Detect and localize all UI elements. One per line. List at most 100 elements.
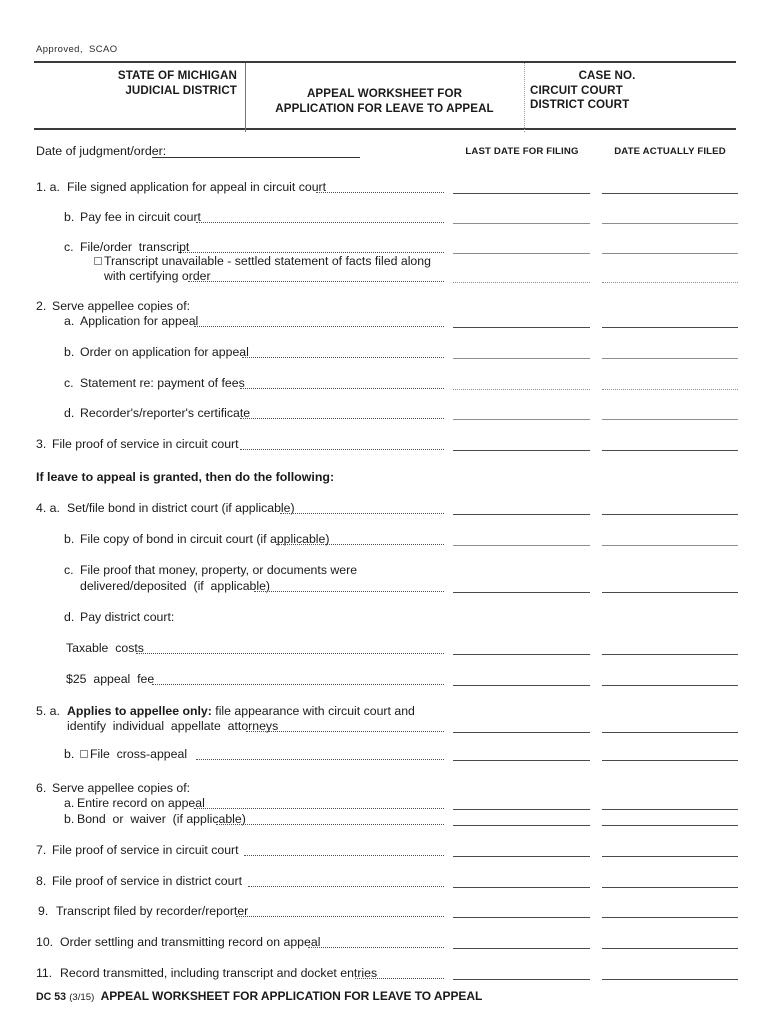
last-date-for-filing-input[interactable] xyxy=(453,732,590,733)
item-label: Transcript unavailable - settled stateme… xyxy=(104,254,431,268)
date-actually-filed-input[interactable] xyxy=(602,809,738,810)
date-of-judgment-label: Date of judgment/order: xyxy=(36,144,167,158)
item-label: Serve appellee copies of: xyxy=(52,781,191,795)
table-row: delivered/deposited (if applicable) xyxy=(0,579,770,597)
last-date-for-filing-input[interactable] xyxy=(453,887,590,888)
item-number: b. xyxy=(64,345,75,359)
leader-dots xyxy=(240,418,444,419)
item-number: c. xyxy=(64,563,74,577)
last-date-for-filing-input[interactable] xyxy=(453,825,590,826)
table-row: 11. Record transmitted, including transc… xyxy=(0,966,770,984)
state-of-michigan-label: STATE OF MICHIGAN xyxy=(117,69,237,82)
date-actually-filed-input[interactable] xyxy=(602,282,738,283)
date-actually-filed-input[interactable] xyxy=(602,760,738,761)
item-label: File proof of service in district court xyxy=(52,874,242,888)
item-label: Pay fee in circuit court xyxy=(80,210,201,224)
leader-dots xyxy=(240,388,444,389)
header-divider-left xyxy=(245,63,246,132)
item-label: Record transmitted, including transcript… xyxy=(60,966,378,980)
leader-dots xyxy=(136,653,444,654)
checkbox-icon[interactable] xyxy=(94,257,102,265)
leader-dots xyxy=(196,759,444,760)
last-date-for-filing-input[interactable] xyxy=(453,358,590,359)
checkbox-icon[interactable] xyxy=(80,750,88,758)
last-date-for-filing-input[interactable] xyxy=(453,809,590,810)
leader-dots xyxy=(216,824,444,825)
table-row: $25 appeal fee xyxy=(0,672,770,690)
date-actually-filed-input[interactable] xyxy=(602,917,738,918)
leader-dots xyxy=(188,281,444,282)
date-actually-filed-input[interactable] xyxy=(602,193,738,194)
item-number: b. xyxy=(64,532,75,546)
table-row: 1. a. File signed application for appeal… xyxy=(0,180,770,198)
table-row: a. Application for appeal xyxy=(0,314,770,332)
date-actually-filed-input[interactable] xyxy=(602,450,738,451)
last-date-for-filing-input[interactable] xyxy=(453,917,590,918)
date-actually-filed-input[interactable] xyxy=(602,685,738,686)
date-actually-filed-input[interactable] xyxy=(602,948,738,949)
date-actually-filed-input[interactable] xyxy=(602,887,738,888)
last-date-for-filing-input[interactable] xyxy=(453,327,590,328)
transcript-unavailable-checkbox-wrap: Transcript unavailable - settled stateme… xyxy=(94,254,431,269)
circuit-court-label[interactable]: CIRCUIT COURT xyxy=(530,84,732,99)
file-cross-appeal-wrap: File cross-appeal xyxy=(80,747,187,762)
item-number: d. xyxy=(64,610,75,624)
date-actually-filed-input[interactable] xyxy=(602,514,738,515)
leader-dots xyxy=(246,731,444,732)
last-date-for-filing-input[interactable] xyxy=(453,450,590,451)
last-date-for-filing-input[interactable] xyxy=(453,948,590,949)
last-date-for-filing-input[interactable] xyxy=(453,685,590,686)
last-date-for-filing-input[interactable] xyxy=(453,856,590,857)
table-row: b. Pay fee in circuit court xyxy=(0,210,770,228)
table-row: 4. a. Set/file bond in district court (i… xyxy=(0,501,770,519)
item-label: Statement re: payment of fees xyxy=(80,376,245,390)
form-footer: DC 53 (3/15) APPEAL WORKSHEET FOR APPLIC… xyxy=(36,989,482,1003)
item-number: 9. xyxy=(38,904,49,918)
table-row: 10. Order settling and transmitting reco… xyxy=(0,935,770,953)
date-actually-filed-input[interactable] xyxy=(602,223,738,224)
item-number: 2. xyxy=(36,299,47,313)
date-actually-filed-input[interactable] xyxy=(602,545,738,546)
last-date-for-filing-input[interactable] xyxy=(453,760,590,761)
last-date-for-filing-input[interactable] xyxy=(453,514,590,515)
item-label: $25 appeal fee xyxy=(66,672,155,686)
date-actually-filed-input[interactable] xyxy=(602,592,738,593)
last-date-for-filing-input[interactable] xyxy=(453,979,590,980)
form-title-cell: APPEAL WORKSHEET FOR APPLICATION FOR LEA… xyxy=(249,87,520,116)
item-label: Taxable costs xyxy=(66,641,144,655)
date-actually-filed-input[interactable] xyxy=(602,654,738,655)
last-date-for-filing-input[interactable] xyxy=(453,592,590,593)
date-actually-filed-input[interactable] xyxy=(602,856,738,857)
leader-dots xyxy=(178,252,444,253)
leader-dots xyxy=(242,357,444,358)
item-label: File cross-appeal xyxy=(90,747,188,761)
item-label: Pay district court: xyxy=(80,610,175,624)
judicial-district-label: JUDICIAL DISTRICT xyxy=(125,83,237,97)
district-court-label[interactable]: DISTRICT COURT xyxy=(530,98,732,113)
date-actually-filed-input[interactable] xyxy=(602,419,738,420)
leader-dots xyxy=(194,326,444,327)
date-actually-filed-input[interactable] xyxy=(602,979,738,980)
table-row: d. Pay district court: xyxy=(0,610,770,628)
item-number: a. xyxy=(64,314,75,328)
date-actually-filed-input[interactable] xyxy=(602,389,738,390)
last-date-for-filing-input[interactable] xyxy=(453,193,590,194)
date-of-judgment-input[interactable] xyxy=(152,157,360,158)
date-actually-filed-input[interactable] xyxy=(602,327,738,328)
date-actually-filed-input[interactable] xyxy=(602,358,738,359)
case-number-cell: CASE NO. CIRCUIT COURT DISTRICT COURT xyxy=(530,69,732,113)
item-label: Application for appeal xyxy=(80,314,199,328)
date-actually-filed-input[interactable] xyxy=(602,825,738,826)
item-number: 11. xyxy=(36,966,53,980)
table-row: identify individual appellate attorneys xyxy=(0,719,770,737)
last-date-for-filing-input[interactable] xyxy=(453,223,590,224)
last-date-for-filing-input[interactable] xyxy=(453,282,590,283)
date-actually-filed-input[interactable] xyxy=(602,732,738,733)
last-date-for-filing-input[interactable] xyxy=(453,389,590,390)
last-date-for-filing-input[interactable] xyxy=(453,654,590,655)
table-row: Taxable costs xyxy=(0,641,770,659)
last-date-for-filing-input[interactable] xyxy=(453,419,590,420)
item-number: 7. xyxy=(36,843,47,857)
last-date-for-filing-input[interactable] xyxy=(453,545,590,546)
item-number: b. xyxy=(64,210,75,224)
